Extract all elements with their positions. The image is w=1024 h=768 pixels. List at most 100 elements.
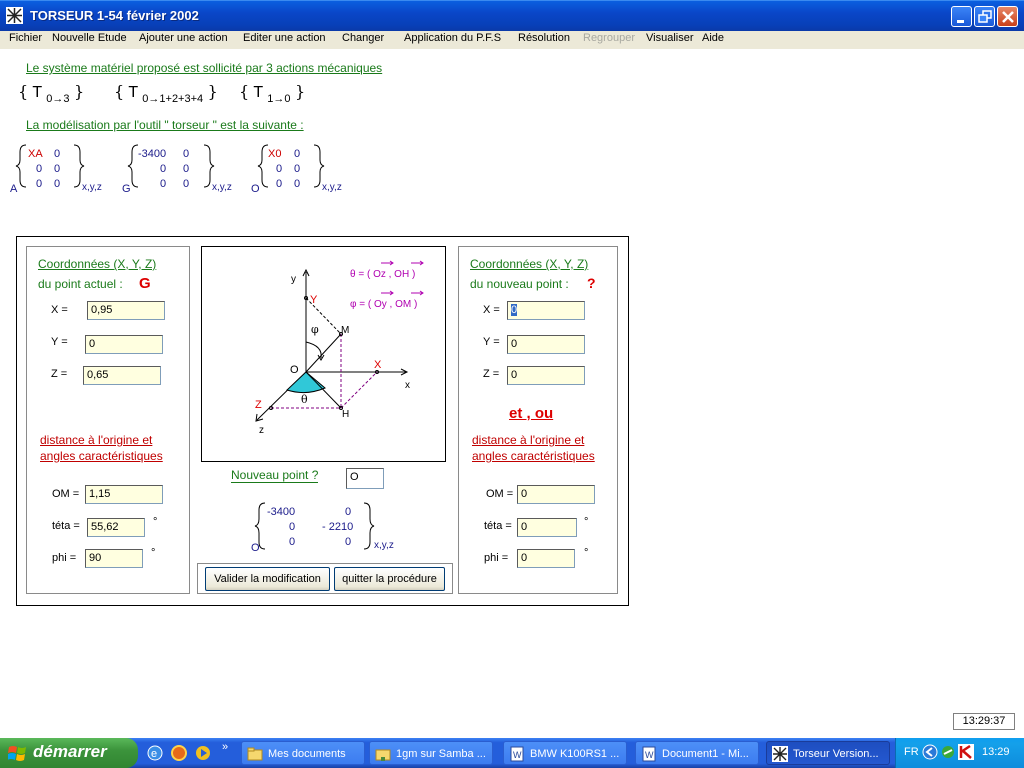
network-tray-icon[interactable]: [940, 744, 956, 760]
left-z-input[interactable]: 0,65: [83, 366, 161, 385]
action-2-T: T: [128, 84, 138, 101]
tO-r1c0: 0: [276, 163, 283, 175]
right-y-input[interactable]: 0: [507, 335, 585, 354]
action-3: { T 1→0 }: [239, 82, 306, 105]
quicklaunch-media-icon[interactable]: [194, 744, 212, 762]
result-r1c0: 0: [289, 521, 296, 533]
result-r2c0: 0: [289, 536, 296, 548]
taskbar-chevron-icon[interactable]: »: [222, 741, 228, 753]
folder-icon: [247, 747, 263, 761]
tA-r0c1: 0: [54, 148, 61, 160]
status-time: 13:29:37: [953, 713, 1015, 730]
start-button[interactable]: démarrer: [0, 738, 138, 768]
menu-application-pfs[interactable]: Application du P.F.S: [404, 32, 501, 44]
close-icon: [1002, 11, 1014, 23]
torseur-app-icon: [772, 746, 788, 762]
task-samba[interactable]: 1gm sur Samba ...: [369, 741, 493, 765]
task-bmw-doc-label: BMW K100RS1 ...: [530, 748, 620, 760]
new-point-label: Nouveau point ?: [231, 468, 319, 483]
left-theta-input[interactable]: 55,62: [87, 518, 145, 537]
right-y-label: Y =: [483, 336, 500, 348]
tA-r0c0: XA: [28, 148, 43, 160]
quit-button[interactable]: quitter la procédure: [334, 567, 445, 591]
action-1-T: T: [32, 84, 42, 101]
intro-line1: Le système matériel proposé est sollicit…: [26, 61, 383, 75]
menu-nouvelle-etude[interactable]: Nouvelle Etude: [52, 32, 127, 44]
left-phi-label: phi =: [52, 552, 77, 564]
diag-theta: θ: [301, 393, 308, 406]
validate-button[interactable]: Valider la modification: [205, 567, 330, 591]
diag-Y: Y: [310, 294, 318, 306]
new-point-input[interactable]: O: [346, 468, 384, 489]
back-arrow-icon[interactable]: [922, 744, 938, 760]
tA-r2c1: 0: [54, 178, 61, 190]
menu-resolution[interactable]: Résolution: [518, 32, 570, 44]
menu-editer-action[interactable]: Editer une action: [243, 32, 326, 44]
left-y-label: Y =: [51, 336, 68, 348]
diag-M: M: [341, 325, 349, 336]
antivirus-k-icon[interactable]: [958, 744, 974, 760]
svg-text:W: W: [645, 750, 654, 760]
menu-changer[interactable]: Changer: [342, 32, 384, 44]
tG-r0c0: -3400: [138, 148, 167, 160]
start-label: démarrer: [33, 742, 107, 761]
right-distance-title-1: distance à l'origine et: [472, 433, 585, 447]
left-distance-title-1: distance à l'origine et: [40, 433, 153, 447]
quicklaunch-firefox-icon[interactable]: [170, 744, 188, 762]
menu-visualiser[interactable]: Visualiser: [646, 32, 694, 44]
task-document1[interactable]: W Document1 - Mi...: [635, 741, 759, 765]
left-y-input[interactable]: 0: [85, 335, 163, 354]
tA-r1c0: 0: [36, 163, 43, 175]
right-x-input[interactable]: 0: [507, 301, 585, 320]
word-document-icon: W: [642, 746, 656, 762]
right-z-label: Z =: [483, 368, 500, 380]
menu-fichier[interactable]: Fichier: [9, 32, 42, 44]
theta-definition: θ = ( Oz , OH ): [350, 269, 415, 280]
diag-z: z: [259, 425, 264, 436]
restore-icon: [978, 10, 992, 23]
menu-ajouter-action[interactable]: Ajouter une action: [139, 32, 228, 44]
right-x-label: X =: [483, 304, 500, 316]
close-button[interactable]: [997, 6, 1018, 27]
et-ou-label: et , ou: [509, 405, 554, 422]
right-z-input[interactable]: 0: [507, 366, 585, 385]
menu-aide[interactable]: Aide: [702, 32, 724, 44]
minimize-button[interactable]: [951, 6, 972, 27]
left-om-input[interactable]: 1,15: [85, 485, 163, 504]
action-1-sub: 0→3: [46, 93, 70, 105]
task-mes-documents[interactable]: Mes documents: [241, 741, 365, 765]
left-phi-degree: °: [151, 547, 156, 559]
windows-logo-icon: [8, 746, 26, 761]
result-r2c1: 0: [345, 536, 352, 548]
left-phi-input[interactable]: 90: [85, 549, 143, 568]
task-bmw-doc[interactable]: W BMW K100RS1 ...: [503, 741, 627, 765]
language-indicator[interactable]: FR: [904, 746, 919, 758]
quicklaunch-ie-icon[interactable]: e: [146, 744, 164, 762]
action-1: { T 0→3 }: [18, 82, 85, 105]
tO-r2c0: 0: [276, 178, 283, 190]
diag-x: x: [405, 380, 410, 391]
diag-Z: Z: [255, 399, 262, 411]
network-folder-icon: [375, 749, 391, 761]
right-phi-input[interactable]: 0: [517, 549, 575, 568]
right-om-label: OM =: [486, 488, 514, 500]
action-2: { T 0→1+2+3+4 }: [114, 82, 218, 105]
taskbar-clock: 13:29: [982, 746, 1010, 758]
right-om-input[interactable]: 0: [517, 485, 595, 504]
word-document-icon: W: [510, 746, 524, 762]
svg-text:e: e: [151, 748, 157, 760]
left-x-input[interactable]: 0,95: [87, 301, 165, 320]
left-panel: [26, 246, 190, 594]
tG-basis: x,y,z: [212, 182, 232, 193]
menu-regrouper[interactable]: Regrouper: [583, 32, 635, 44]
intro-line2: La modélisation par l'outil " torseur " …: [26, 118, 304, 132]
right-x-value: 0: [511, 304, 518, 316]
tG-point: G: [122, 183, 131, 195]
maximize-button[interactable]: [974, 6, 995, 27]
right-panel-title: Coordonnées (X, Y, Z): [470, 257, 589, 271]
right-theta-input[interactable]: 0: [517, 518, 577, 537]
minimize-icon: [957, 20, 964, 23]
task-torseur[interactable]: Torseur Version...: [766, 741, 890, 765]
task-document1-label: Document1 - Mi...: [662, 748, 749, 760]
tG-r0c1: 0: [183, 148, 190, 160]
